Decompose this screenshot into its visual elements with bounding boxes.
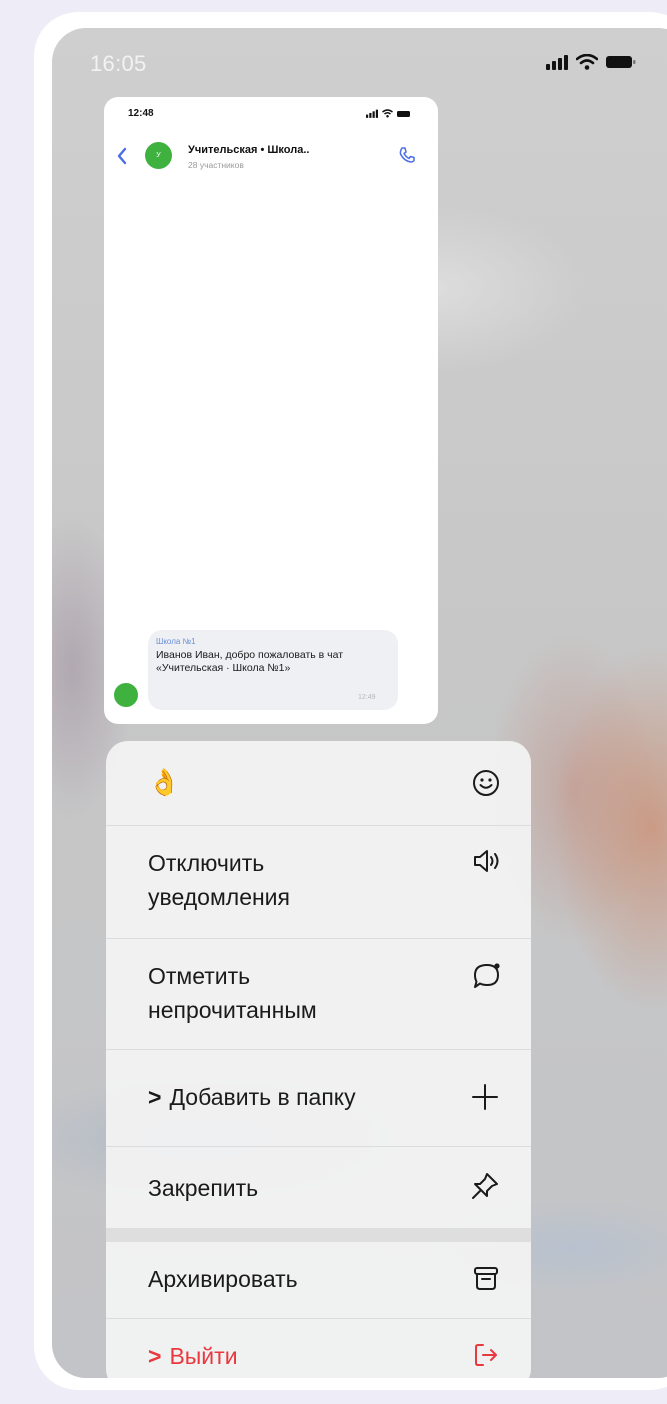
- menu-item-pin[interactable]: Закрепить: [106, 1147, 531, 1228]
- phone-call-icon[interactable]: [398, 146, 416, 164]
- chat-title: Учительская • Школа..: [188, 144, 310, 156]
- menu-item-mute-label: Отключить уведомления: [148, 850, 290, 910]
- pin-icon: [472, 1173, 498, 1199]
- menu-item-archive[interactable]: Архивировать: [106, 1242, 531, 1318]
- exit-icon: [475, 1344, 497, 1366]
- reaction-row[interactable]: 👌: [106, 741, 531, 825]
- message-sender: Школа №1: [156, 637, 196, 646]
- menu-item-leave-text: > Выйти: [148, 1339, 238, 1373]
- context-menu: 👌 Отключить уведомления Отметить непрочи…: [106, 741, 531, 1378]
- battery-icon: [606, 56, 636, 68]
- wifi-icon: [576, 54, 598, 70]
- preview-status-icons: [366, 109, 412, 118]
- chat-bubble-icon: [474, 963, 500, 988]
- submenu-arrow-icon: >: [148, 1084, 162, 1110]
- battery-icon: [397, 110, 410, 117]
- chat-preview[interactable]: 12:48 У Учительская • Школа.. 28 участни…: [104, 97, 438, 724]
- menu-item-add-to-folder-text: > Добавить в папку: [148, 1080, 356, 1114]
- message-time: 12:49: [358, 694, 376, 701]
- menu-item-mark-unread[interactable]: Отметить непрочитанным: [106, 939, 531, 1049]
- chat-avatar: У: [145, 142, 172, 169]
- menu-item-mark-unread-label: Отметить непрочитанным: [148, 963, 317, 1023]
- speaker-icon: [474, 850, 499, 872]
- preview-status-time: 12:48: [128, 108, 154, 119]
- plus-icon: [472, 1084, 498, 1110]
- archive-icon: [474, 1267, 498, 1290]
- back-arrow-icon[interactable]: [116, 147, 128, 165]
- menu-item-leave-label: Выйти: [169, 1343, 238, 1369]
- menu-item-leave[interactable]: > Выйти: [106, 1319, 531, 1378]
- chat-members: 28 участников: [188, 160, 244, 170]
- menu-item-mute[interactable]: Отключить уведомления: [106, 826, 531, 938]
- menu-item-add-to-folder[interactable]: > Добавить в папку: [106, 1050, 531, 1146]
- signal-icon: [546, 55, 568, 70]
- group-separator: [106, 1228, 531, 1242]
- submenu-arrow-icon: >: [148, 1343, 162, 1369]
- status-time: 16:05: [90, 51, 147, 76]
- message-text: Иванов Иван, добро пожаловать в чат «Учи…: [156, 649, 344, 674]
- signal-icon: [366, 109, 378, 118]
- menu-item-add-to-folder-label: Добавить в папку: [169, 1084, 356, 1110]
- menu-item-archive-label: Архивировать: [148, 1266, 298, 1292]
- sender-avatar: [114, 683, 138, 707]
- menu-item-pin-label: Закрепить: [148, 1175, 259, 1201]
- ok-hand-emoji[interactable]: 👌: [148, 767, 180, 797]
- message-bubble: Школа №1 Иванов Иван, добро пожаловать в…: [148, 630, 398, 710]
- wifi-icon: [382, 109, 393, 118]
- status-icons: [546, 54, 636, 70]
- smiley-icon[interactable]: [472, 769, 500, 797]
- phone-screen: 16:05 12:48 У Учительская • Школа.. 28 у…: [52, 28, 667, 1378]
